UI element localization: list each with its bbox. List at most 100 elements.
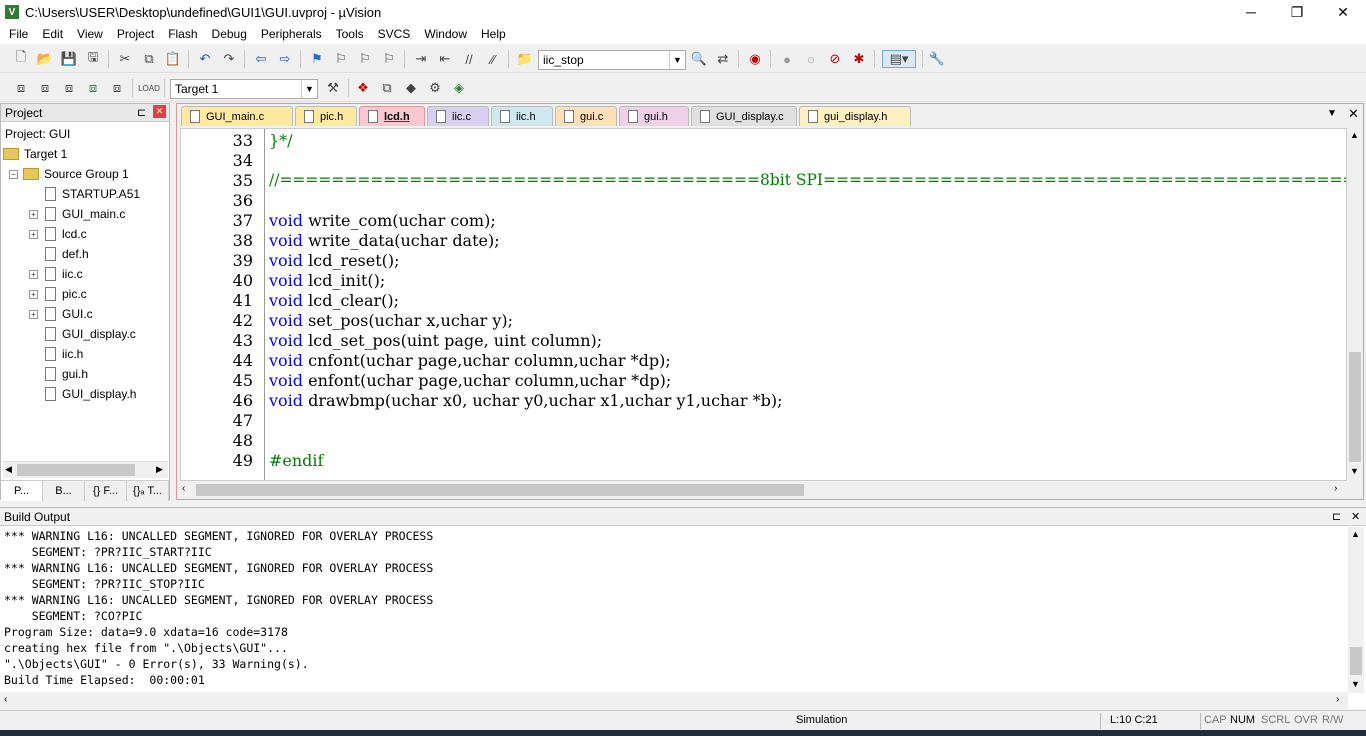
new-file-icon[interactable]: 🗋 — [12, 49, 30, 68]
bookmark-icon[interactable]: ⚑ — [308, 50, 326, 68]
unindent-icon[interactable]: ⇤ — [436, 50, 454, 68]
code-editor[interactable]: 33}*/ 34 35 //===========================… — [180, 128, 1347, 481]
chevron-down-icon[interactable]: ▼ — [669, 51, 685, 69]
expand-icon[interactable]: + — [29, 289, 38, 299]
scroll-right-icon[interactable]: ▶ — [156, 464, 163, 475]
clear-bookmarks-icon[interactable]: ⚐ — [380, 50, 398, 68]
menu-edit[interactable]: Edit — [35, 27, 70, 41]
select-packs-icon[interactable]: ⧉ — [378, 79, 396, 97]
tab-gui-c[interactable]: gui.c — [555, 106, 617, 126]
tree-group[interactable]: − Source Group 1 — [9, 164, 129, 184]
navigate-back-icon[interactable]: ⇦ — [252, 50, 270, 68]
kill-breakpoints-icon[interactable]: ✱ — [850, 50, 868, 68]
tree-file[interactable]: + GUI_main.c — [29, 204, 125, 224]
collapse-icon[interactable]: − — [9, 169, 18, 179]
find-icon[interactable]: 🔍 — [690, 50, 708, 68]
close-file-icon[interactable]: ✕ — [1348, 106, 1359, 122]
tree-file[interactable]: gui.h — [45, 364, 88, 384]
tree-file[interactable]: def.h — [45, 244, 89, 264]
prev-bookmark-icon[interactable]: ⚐ — [332, 50, 350, 68]
copy-icon[interactable]: ⧉ — [140, 50, 158, 68]
tree-file[interactable]: + pic.c — [29, 284, 87, 304]
rebuild-icon[interactable]: ⧈ — [60, 79, 78, 97]
expand-icon[interactable]: + — [29, 309, 38, 319]
tree-target[interactable]: Target 1 — [3, 144, 67, 164]
software-packs-icon[interactable]: ◈ — [450, 79, 468, 97]
menu-help[interactable]: Help — [474, 27, 513, 41]
stop-build-icon[interactable]: ⧈ — [108, 79, 126, 97]
tab-iic-h[interactable]: iic.h — [491, 106, 553, 126]
output-vscrollbar[interactable]: ▲ ▼ — [1348, 527, 1364, 693]
indent-icon[interactable]: ⇥ — [412, 50, 430, 68]
menu-project[interactable]: Project — [110, 27, 161, 41]
output-hscrollbar[interactable]: ‹ › — [0, 692, 1348, 709]
scroll-right-icon[interactable]: › — [1334, 483, 1337, 494]
tab-list-dropdown-icon[interactable]: ▼ — [1327, 108, 1337, 119]
scroll-thumb[interactable] — [196, 484, 804, 496]
tree-file[interactable]: GUI_display.h — [45, 384, 136, 404]
insert-breakpoint-icon[interactable]: ● — [778, 50, 796, 68]
project-root[interactable]: Project: GUI — [5, 124, 70, 144]
next-bookmark-icon[interactable]: ⚐ — [356, 50, 374, 68]
scroll-left-icon[interactable]: ‹ — [4, 694, 7, 705]
save-icon[interactable]: 💾 — [60, 50, 78, 68]
tab-templates[interactable]: {}ₐ T... — [127, 481, 169, 501]
paste-icon[interactable]: 📋 — [164, 50, 182, 68]
pin-icon[interactable]: ⊏ — [137, 106, 146, 119]
save-all-icon[interactable]: 🖫 — [84, 49, 102, 68]
scroll-down-icon[interactable]: ▼ — [1350, 466, 1359, 476]
close-icon[interactable]: ✕ — [1351, 510, 1360, 523]
scroll-left-icon[interactable]: ◀ — [5, 464, 12, 475]
scroll-thumb[interactable] — [1350, 647, 1362, 675]
undo-icon[interactable]: ↶ — [196, 50, 214, 68]
tree-file[interactable]: + lcd.c — [29, 224, 87, 244]
close-icon[interactable]: ✕ — [153, 105, 166, 118]
pin-icon[interactable]: ⊏ — [1332, 510, 1341, 523]
configure-icon[interactable]: 🔧 — [928, 50, 946, 68]
download-icon[interactable]: LOAD — [138, 79, 160, 97]
uncomment-icon[interactable]: ⁄⁄ — [484, 50, 502, 68]
cut-icon[interactable]: ✂ — [116, 50, 134, 68]
open-file-icon[interactable]: 📂 — [36, 50, 54, 68]
editor-hscrollbar[interactable]: ‹ › — [180, 481, 1347, 498]
find-in-files-icon[interactable]: 📁 — [516, 50, 534, 68]
find-combo[interactable]: iic_stop ▼ — [538, 50, 686, 70]
pack-installer-icon[interactable]: ⚙ — [426, 79, 444, 97]
scroll-left-icon[interactable]: ‹ — [182, 483, 185, 494]
scroll-up-icon[interactable]: ▲ — [1350, 130, 1359, 140]
start-debug-icon[interactable]: ◉ — [746, 50, 764, 68]
scroll-thumb[interactable] — [17, 464, 135, 476]
scroll-thumb[interactable] — [1349, 352, 1361, 462]
tree-file[interactable]: STARTUP.A51 — [45, 184, 140, 204]
tab-lcd-h[interactable]: lcd.h — [359, 106, 425, 126]
disable-breakpoints-icon[interactable]: ⊘ — [826, 50, 844, 68]
tab-functions[interactable]: {} F... — [85, 481, 127, 501]
scroll-down-icon[interactable]: ▼ — [1351, 679, 1360, 689]
tab-gui-display-h[interactable]: gui_display.h — [799, 106, 911, 126]
tab-books[interactable]: B... — [43, 481, 85, 501]
window-layout-icon[interactable]: ▤▾ — [882, 50, 916, 68]
batch-build-icon[interactable]: ⧈ — [84, 79, 102, 97]
navigate-forward-icon[interactable]: ⇨ — [276, 50, 294, 68]
expand-icon[interactable]: + — [29, 269, 38, 279]
project-hscrollbar[interactable]: ◀ ▶ — [3, 461, 168, 478]
tree-file[interactable]: iic.h — [45, 344, 83, 364]
tree-file[interactable]: + iic.c — [29, 264, 83, 284]
scroll-up-icon[interactable]: ▲ — [1351, 529, 1360, 539]
maximize-button[interactable]: ❐ — [1274, 0, 1320, 24]
menu-flash[interactable]: Flash — [161, 27, 204, 41]
tab-gui-display-c[interactable]: GUI_display.c — [691, 106, 797, 126]
manage-rte-icon[interactable]: ◆ — [402, 79, 420, 97]
minimize-button[interactable]: ─ — [1228, 0, 1274, 24]
tab-pic-h[interactable]: pic.h — [295, 106, 357, 126]
menu-view[interactable]: View — [70, 27, 110, 41]
tab-gui-h[interactable]: gui.h — [619, 106, 689, 126]
tab-iic-c[interactable]: iic.c — [427, 106, 489, 126]
manage-project-icon[interactable]: ❖ — [354, 79, 372, 97]
redo-icon[interactable]: ↷ — [220, 50, 238, 68]
menu-svcs[interactable]: SVCS — [371, 27, 418, 41]
editor-vscrollbar[interactable]: ▲ ▼ — [1347, 128, 1363, 481]
menu-file[interactable]: File — [2, 27, 35, 41]
tree-file[interactable]: GUI_display.c — [45, 324, 136, 344]
close-button[interactable]: ✕ — [1320, 0, 1366, 24]
